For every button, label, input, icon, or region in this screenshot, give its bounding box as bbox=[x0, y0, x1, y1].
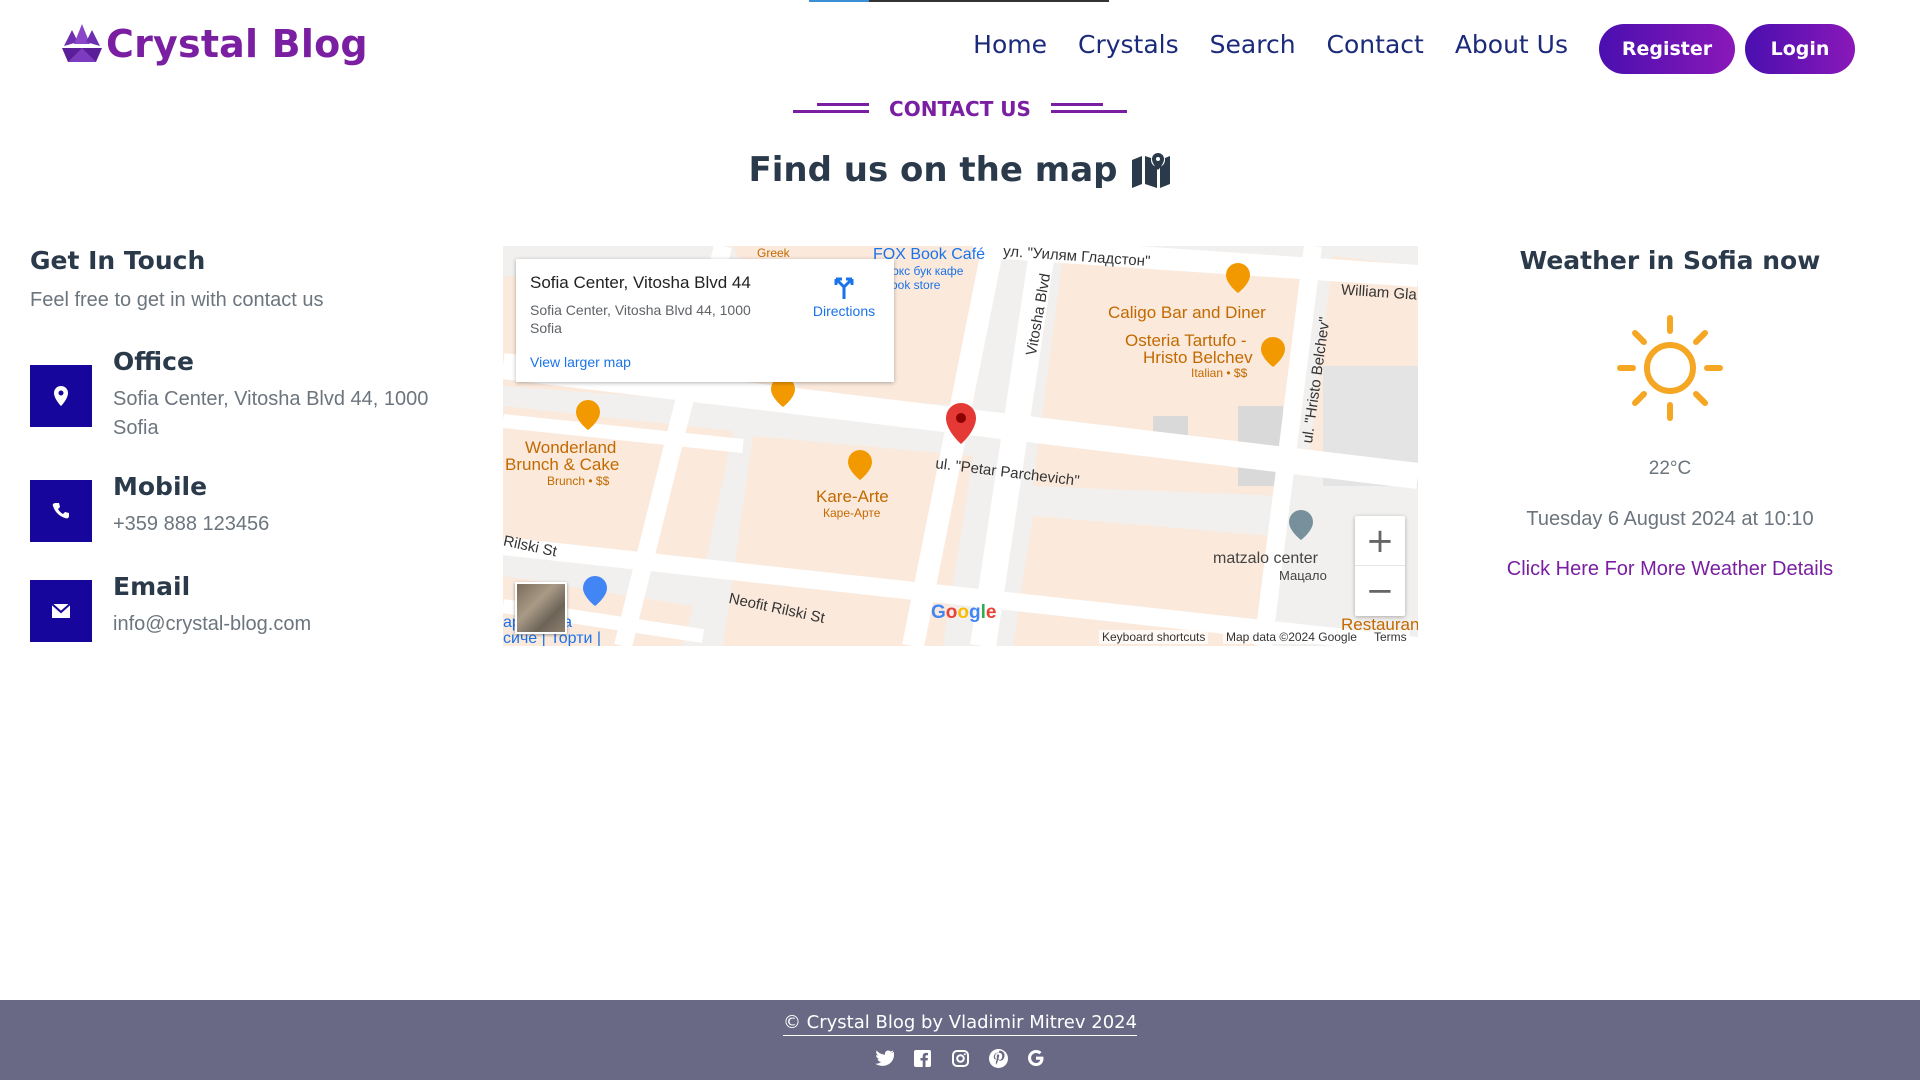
login-button[interactable]: Login bbox=[1745, 24, 1855, 74]
page-loading-bar bbox=[809, 0, 1109, 2]
weather-datetime: Tuesday 6 August 2024 at 10:10 bbox=[1526, 508, 1814, 530]
map-info-card: Sofia Center, Vitosha Blvd 44 Sofia Cent… bbox=[516, 259, 894, 382]
map-label-osteria-sub: Italian • $$ bbox=[1191, 366, 1248, 380]
site-logo[interactable]: Crystal Blog bbox=[60, 22, 368, 66]
google-map[interactable]: Greek FOX Book Café Фокс бук кафе Book s… bbox=[503, 246, 1418, 646]
map-label-fox-book-cyr: Фокс бук кафе bbox=[883, 264, 964, 278]
map-label-wonderland-1[interactable]: Wonderland bbox=[525, 439, 616, 456]
map-label-caligo[interactable]: Caligo Bar and Diner bbox=[1108, 304, 1266, 321]
map-label-kare-2: Каре-Арте bbox=[823, 506, 881, 520]
facebook-icon[interactable] bbox=[912, 1048, 932, 1068]
map-zoom-controls: + − bbox=[1355, 516, 1405, 616]
mobile-label: Mobile bbox=[113, 472, 208, 501]
directions-button[interactable]: Directions bbox=[804, 273, 884, 319]
office-value: Sofia Center, Vitosha Blvd 44, 1000 Sofi… bbox=[113, 388, 429, 439]
map-label-osteria-2[interactable]: Hristo Belchev bbox=[1143, 349, 1253, 366]
directions-icon bbox=[834, 277, 854, 299]
keyboard-shortcuts-link[interactable]: Keyboard shortcuts bbox=[1099, 630, 1209, 644]
nav-about-us[interactable]: About Us bbox=[1455, 30, 1568, 59]
footer-copyright-text[interactable]: © Crystal Blog by Vladimir Mitrev 2024 bbox=[782, 1012, 1138, 1036]
directions-label: Directions bbox=[812, 303, 876, 319]
weather-title: Weather in Sofia now bbox=[1519, 246, 1821, 275]
phone-icon bbox=[30, 480, 92, 542]
view-larger-map-link[interactable]: View larger map bbox=[530, 354, 631, 370]
terms-link[interactable]: Terms bbox=[1371, 630, 1410, 644]
get-in-touch-title: Get In Touch bbox=[30, 246, 206, 275]
map-icon bbox=[1131, 153, 1170, 188]
google-icon[interactable] bbox=[1026, 1048, 1046, 1068]
email-value: info@crystal-blog.com bbox=[113, 613, 312, 635]
twitter-icon[interactable] bbox=[874, 1048, 894, 1068]
main-nav: Home Crystals Search Contact About Us bbox=[973, 30, 1568, 59]
map-label-wonderland-sub: Brunch • $$ bbox=[547, 474, 610, 488]
instagram-icon[interactable] bbox=[950, 1048, 970, 1068]
kicker-text: CONTACT US bbox=[889, 97, 1031, 121]
register-button[interactable]: Register bbox=[1599, 24, 1735, 74]
map-card-address: Sofia Center, Vitosha Blvd 44, 1000 Sofi… bbox=[530, 302, 751, 336]
map-label-wonderland-2[interactable]: Brunch & Cake bbox=[505, 456, 619, 473]
satellite-toggle[interactable] bbox=[515, 582, 567, 634]
site-footer: © Crystal Blog by Vladimir Mitrev 2024 bbox=[0, 1000, 1920, 1080]
email-label: Email bbox=[113, 572, 191, 601]
kicker-lines-left bbox=[793, 99, 870, 119]
weather-temperature: 22°C bbox=[1648, 458, 1692, 479]
office-label: Office bbox=[113, 347, 194, 376]
page-title: Find us on the map bbox=[0, 150, 1920, 190]
map-card-title: Sofia Center, Vitosha Blvd 44 bbox=[530, 273, 751, 292]
logo-text: Crystal Blog bbox=[106, 22, 368, 66]
location-pin-icon bbox=[30, 365, 92, 427]
get-in-touch-subtitle: Feel free to get in with contact us bbox=[30, 289, 324, 311]
footer-copyright: © Crystal Blog by Vladimir Mitrev 2024 bbox=[0, 1012, 1920, 1036]
map-label-kare-1[interactable]: Kare-Arte bbox=[816, 488, 889, 505]
zoom-out-button[interactable]: − bbox=[1355, 566, 1405, 616]
section-kicker: CONTACT US bbox=[0, 97, 1920, 121]
pinterest-icon[interactable] bbox=[988, 1048, 1008, 1068]
map-label-matzalo-1[interactable]: matzalo center bbox=[1213, 550, 1318, 568]
nav-crystals[interactable]: Crystals bbox=[1078, 30, 1179, 59]
envelope-icon bbox=[30, 580, 92, 642]
google-logo: Google bbox=[931, 602, 997, 623]
kicker-lines-right bbox=[1050, 99, 1127, 119]
map-label-greek: Greek bbox=[757, 246, 790, 260]
map-label-matzalo-2: Мацало bbox=[1279, 568, 1327, 583]
sun-icon bbox=[1617, 315, 1723, 421]
map-data-text: Map data ©2024 Google bbox=[1223, 630, 1360, 644]
page-title-text: Find us on the map bbox=[748, 150, 1118, 190]
mobile-value: +359 888 123456 bbox=[113, 513, 270, 535]
crystal-logo-icon bbox=[62, 24, 102, 62]
nav-contact[interactable]: Contact bbox=[1327, 30, 1424, 59]
map-label-osteria-1[interactable]: Osteria Tartufo - bbox=[1125, 332, 1247, 349]
weather-details-link[interactable]: Click Here For More Weather Details bbox=[1470, 558, 1870, 581]
map-attribution-bar: Keyboard shortcuts Map data ©2024 Google… bbox=[503, 628, 1418, 646]
nav-home[interactable]: Home bbox=[973, 30, 1047, 59]
footer-social-links bbox=[0, 1048, 1920, 1068]
zoom-in-button[interactable]: + bbox=[1355, 516, 1405, 566]
nav-search[interactable]: Search bbox=[1210, 30, 1296, 59]
